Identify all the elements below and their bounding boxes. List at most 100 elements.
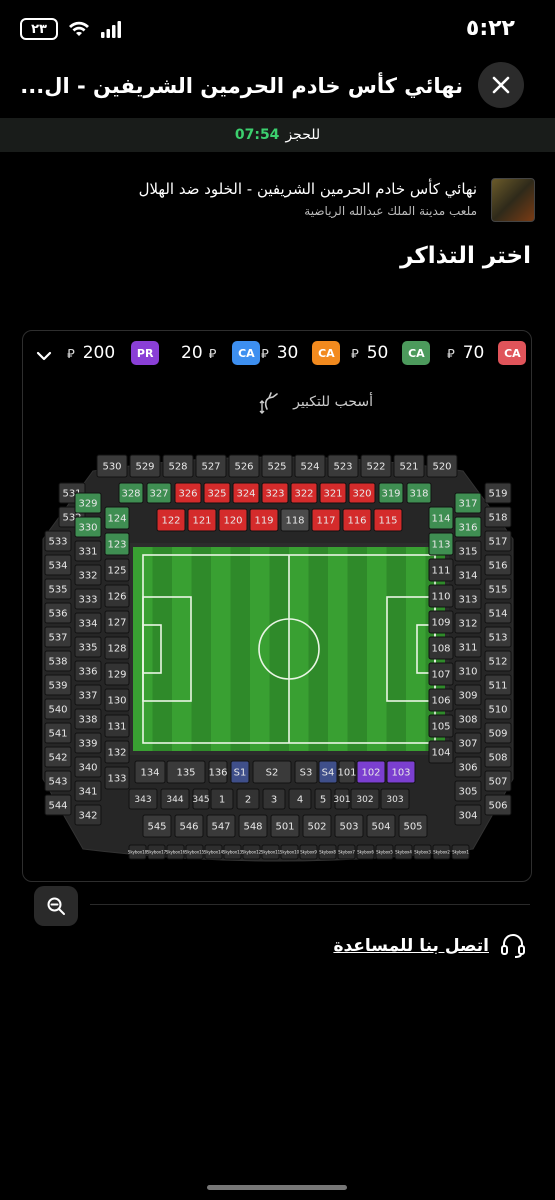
stadium-map-card[interactable]: ⃁ 200 PR 20 ⃁ CA ⃁ 30 CA ⃁ 50 CA ⃁ 70 CA… <box>22 330 532 882</box>
svg-text:511: 511 <box>488 681 507 692</box>
section-332: 332 <box>74 564 102 586</box>
svg-text:528: 528 <box>168 462 187 473</box>
svg-text:513: 513 <box>488 633 507 644</box>
section-103[interactable]: 103 <box>386 760 416 784</box>
section-119[interactable]: 119 <box>249 508 279 532</box>
svg-text:328: 328 <box>121 489 140 500</box>
section-109: 109 <box>428 610 454 634</box>
riyal-icon: ⃁ <box>261 346 269 362</box>
price-tier-pr200[interactable]: ⃁ 200 PR <box>67 341 160 365</box>
section-342: 342 <box>74 804 102 826</box>
section-123[interactable]: 123 <box>104 532 130 556</box>
section-344: 344 <box>160 788 190 810</box>
section-title: اختر التذاكر <box>400 243 531 269</box>
section-Skybox13: Skybox13 <box>223 844 243 860</box>
section-116[interactable]: 116 <box>342 508 372 532</box>
section-325[interactable]: 325 <box>203 482 231 504</box>
event-thumbnail <box>491 178 535 222</box>
svg-text:501: 501 <box>275 822 294 833</box>
svg-text:327: 327 <box>149 489 168 500</box>
section-504: 504 <box>366 814 396 838</box>
price-tier-ca30[interactable]: ⃁ 30 CA <box>261 341 341 365</box>
svg-text:305: 305 <box>458 787 477 798</box>
section-102[interactable]: 102 <box>356 760 386 784</box>
section-523: 523 <box>327 454 359 478</box>
section-339: 339 <box>74 732 102 754</box>
section-527: 527 <box>195 454 227 478</box>
section-324[interactable]: 324 <box>232 482 260 504</box>
section-S1: S1 <box>230 760 250 784</box>
zoom-out-button[interactable] <box>34 886 78 926</box>
tier-badge: CA <box>498 341 527 365</box>
section-319[interactable]: 319 <box>378 482 404 504</box>
section-517: 517 <box>484 530 512 552</box>
svg-text:543: 543 <box>48 777 67 788</box>
section-134: 134 <box>134 760 166 784</box>
svg-text:304: 304 <box>458 811 477 822</box>
section-304: 304 <box>454 804 482 826</box>
close-button[interactable] <box>478 62 524 108</box>
price-tier-ca70[interactable]: ⃁ 70 CA <box>447 341 527 365</box>
svg-text:542: 542 <box>48 753 67 764</box>
svg-text:101: 101 <box>337 768 356 779</box>
svg-text:S3: S3 <box>300 768 313 779</box>
svg-text:124: 124 <box>107 514 126 525</box>
section-121[interactable]: 121 <box>187 508 217 532</box>
svg-text:5: 5 <box>320 795 326 806</box>
tier-badge: CA <box>312 341 341 365</box>
stadium-seat-map[interactable]: 530 529 528 527 526 525 524 523 522 521 520328 327 3… <box>33 449 523 875</box>
section-329[interactable]: 329 <box>74 492 102 514</box>
section-522: 522 <box>360 454 392 478</box>
section-322[interactable]: 322 <box>290 482 318 504</box>
svg-text:515: 515 <box>488 585 507 596</box>
section-320[interactable]: 320 <box>348 482 376 504</box>
svg-text:117: 117 <box>316 516 335 527</box>
section-318[interactable]: 318 <box>406 482 432 504</box>
section-327[interactable]: 327 <box>146 482 172 504</box>
svg-text:301: 301 <box>333 795 350 805</box>
section-114[interactable]: 114 <box>428 506 454 530</box>
svg-text:504: 504 <box>371 822 390 833</box>
svg-text:540: 540 <box>48 705 67 716</box>
section-122[interactable]: 122 <box>156 508 186 532</box>
home-indicator <box>207 1185 347 1190</box>
svg-text:136: 136 <box>208 768 227 779</box>
contact-support-link[interactable]: اتصل بنا للمساعدة <box>333 932 527 960</box>
section-113[interactable]: 113 <box>428 532 454 556</box>
section-Skybox6: Skybox6 <box>356 844 375 860</box>
section-343: 343 <box>128 788 158 810</box>
section-341: 341 <box>74 780 102 802</box>
section-120[interactable]: 120 <box>218 508 248 532</box>
svg-text:316: 316 <box>458 523 477 534</box>
section-117[interactable]: 117 <box>311 508 341 532</box>
svg-text:322: 322 <box>294 489 313 500</box>
svg-text:320: 320 <box>352 489 371 500</box>
svg-text:325: 325 <box>207 489 226 500</box>
svg-text:128: 128 <box>107 644 126 655</box>
support-label: اتصل بنا للمساعدة <box>333 936 489 956</box>
section-326[interactable]: 326 <box>174 482 202 504</box>
svg-text:127: 127 <box>107 618 126 629</box>
section-328[interactable]: 328 <box>118 482 144 504</box>
pinch-zoom-icon <box>259 392 278 414</box>
section-316[interactable]: 316 <box>454 516 482 538</box>
svg-text:134: 134 <box>140 768 159 779</box>
section-115[interactable]: 115 <box>373 508 403 532</box>
section-321[interactable]: 321 <box>319 482 347 504</box>
chevron-down-icon[interactable] <box>35 347 53 365</box>
section-131: 131 <box>104 714 130 738</box>
section-323[interactable]: 323 <box>261 482 289 504</box>
price-tier-ca50[interactable]: ⃁ 50 CA <box>351 341 431 365</box>
section-125: 125 <box>104 558 130 582</box>
svg-text:120: 120 <box>223 516 242 527</box>
top-bar: نهائي كأس خادم الحرمين الشريفين - ال... <box>0 60 555 118</box>
section-132: 132 <box>104 740 130 764</box>
svg-text:545: 545 <box>147 822 166 833</box>
price-tier-ca20[interactable]: 20 ⃁ CA <box>181 341 261 365</box>
section-536: 536 <box>44 602 72 624</box>
section-330[interactable]: 330 <box>74 516 102 538</box>
section-124[interactable]: 124 <box>104 506 130 530</box>
svg-text:302: 302 <box>356 795 373 805</box>
svg-text:115: 115 <box>378 516 397 527</box>
section-317[interactable]: 317 <box>454 492 482 514</box>
